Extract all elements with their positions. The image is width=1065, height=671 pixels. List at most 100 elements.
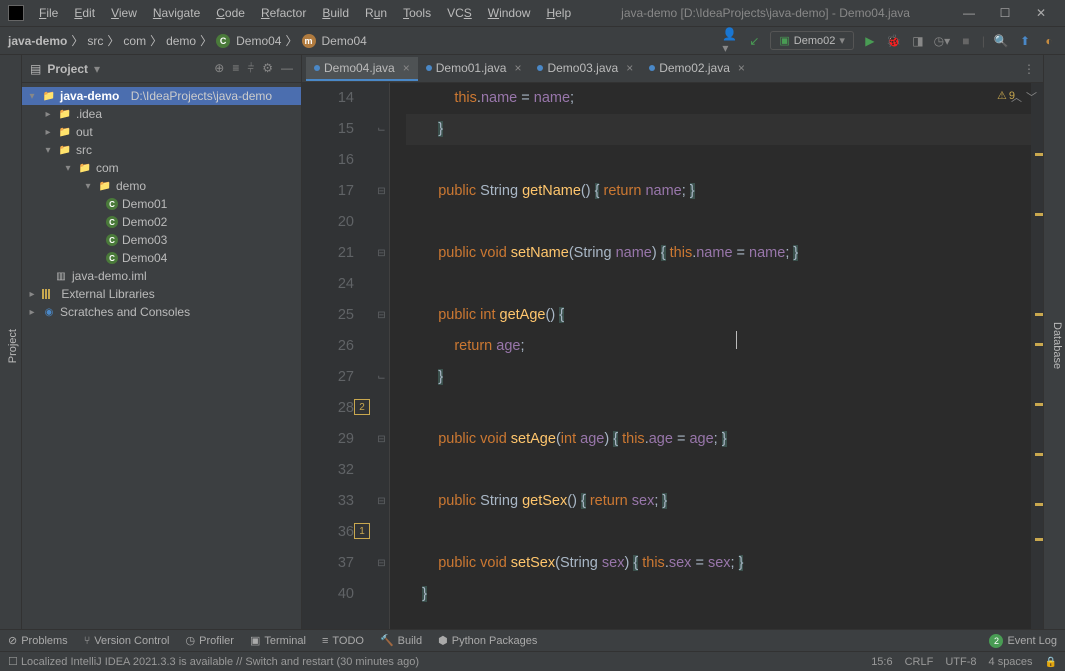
tree-com[interactable]: ▾📁com [22,159,301,177]
modified-icon [649,65,655,71]
menu-view[interactable]: View [104,4,144,22]
tab-build[interactable]: 🔨Build [380,634,422,647]
tab-label: Demo04.java [324,61,395,75]
close-icon[interactable]: × [403,61,410,75]
tree-scratches[interactable]: ▸◉Scratches and Consoles [22,303,301,321]
close-icon[interactable]: × [626,61,633,75]
minimize-button[interactable]: — [953,3,985,23]
notification-icon[interactable]: ☐ [8,655,18,668]
tab-demo01[interactable]: Demo01.java × [418,57,530,81]
tab-vcs[interactable]: ⑂Version Control [84,635,170,647]
tree-demo04[interactable]: CDemo04 [22,249,301,267]
tree-demo02[interactable]: CDemo02 [22,213,301,231]
tree-idea[interactable]: ▸📁.idea [22,105,301,123]
terminal-icon: ▣ [250,634,260,647]
tab-options[interactable]: ⋮ [1015,62,1043,76]
tree-src[interactable]: ▾📁src [22,141,301,159]
bc-class[interactable]: Demo04 [236,34,281,48]
settings-icon[interactable]: ⚙ [262,61,273,76]
tree-demo01[interactable]: CDemo01 [22,195,301,213]
python-icon: ⬢ [438,634,448,647]
tab-event-log[interactable]: 2 Event Log [989,634,1057,648]
main-menu: File Edit View Navigate Code Refactor Bu… [32,4,578,22]
tab-todo[interactable]: ≡TODO [322,635,364,647]
close-icon[interactable]: × [514,61,521,75]
menu-refactor[interactable]: Refactor [254,4,313,22]
tab-label: Demo03.java [547,61,618,75]
tree-iml[interactable]: ▥java-demo.iml [22,267,301,285]
tab-terminal[interactable]: ▣Terminal [250,634,306,647]
close-icon[interactable]: × [738,61,745,75]
text-caret [736,331,737,349]
tree-ext-libs[interactable]: ▸ External Libraries [22,285,301,303]
project-tree: ▾📁 java-demo D:\IdeaProjects\java-demo ▸… [22,83,301,629]
line-numbers: 141516172021242526272822932333613740 [302,83,374,629]
tab-label: Demo02.java [659,61,730,75]
navigation-bar: java-demo 〉 src 〉 com 〉 demo 〉 C Demo04 … [0,27,1065,55]
project-panel: ▤ Project ▾ ⊕ ≡ ⫩ ⚙ — ▾📁 java-demo D:\Id… [22,55,302,629]
menu-vcs[interactable]: VCS [440,4,479,22]
menu-tools[interactable]: Tools [396,4,438,22]
next-highlight[interactable]: ﹀ [1026,89,1037,105]
prev-highlight[interactable]: ︿ [1011,89,1022,105]
run-button[interactable]: ▶ [862,33,878,49]
tab-demo04[interactable]: Demo04.java × [306,57,418,81]
tab-profiler[interactable]: ◷Profiler [186,634,234,647]
fold-column: ⌙⊟⊟⊟⌙⊟⊟⊟ [374,83,390,629]
encoding[interactable]: UTF-8 [945,656,976,668]
tree-root-name: java-demo [60,89,119,103]
status-message[interactable]: Localized IntelliJ IDEA 2021.3.3 is avai… [21,656,419,668]
tab-demo03[interactable]: Demo03.java × [529,57,641,81]
menu-help[interactable]: Help [539,4,578,22]
indent[interactable]: 4 spaces [989,656,1033,668]
tree-root[interactable]: ▾📁 java-demo D:\IdeaProjects\java-demo [22,87,301,105]
tab-python[interactable]: ⬢Python Packages [438,634,537,647]
file-icon: ▥ [54,269,68,283]
tree-demo[interactable]: ▾📁demo [22,177,301,195]
code-content[interactable]: this.name = name; } public String getNam… [390,83,1031,629]
bc-demo[interactable]: demo [166,34,196,48]
profile-button[interactable]: ◷▾ [934,33,950,49]
tree-demo03[interactable]: CDemo03 [22,231,301,249]
view-mode-dropdown[interactable]: ▾ [94,62,100,76]
coverage-button[interactable]: ◨ [910,33,926,49]
menu-window[interactable]: Window [481,4,538,22]
sync-icon[interactable]: ⬆ [1017,33,1033,49]
bc-method[interactable]: Demo04 [322,34,367,48]
tab-problems[interactable]: ⊘Problems [8,634,68,647]
bc-project[interactable]: java-demo [8,34,67,48]
menu-run[interactable]: Run [358,4,394,22]
code-area[interactable]: 141516172021242526272822932333613740 ⌙⊟⊟… [302,83,1043,629]
locate-icon[interactable]: ⊕ [214,61,224,76]
tool-database[interactable]: Database [1049,314,1065,377]
bc-com[interactable]: com [123,34,146,48]
menu-file[interactable]: File [32,4,65,22]
caret-position[interactable]: 15:6 [871,656,892,668]
vcs-update-icon[interactable]: ↙ [746,33,762,49]
close-button[interactable]: ✕ [1025,3,1057,23]
panel-title[interactable]: Project [47,62,88,76]
ide-update-icon[interactable]: ◐ [1041,33,1057,49]
add-user-icon[interactable]: 👤▾ [722,33,738,49]
menu-code[interactable]: Code [209,4,252,22]
tool-project[interactable]: Project [5,321,21,371]
menu-build[interactable]: Build [315,4,356,22]
collapse-icon[interactable]: ⫩ [247,61,254,76]
menu-navigate[interactable]: Navigate [146,4,207,22]
maximize-button[interactable]: ☐ [989,3,1021,23]
readonly-icon[interactable] [1045,656,1057,668]
bc-src[interactable]: src [87,34,103,48]
titlebar: File Edit View Navigate Code Refactor Bu… [0,0,1065,27]
hide-icon[interactable]: — [281,61,293,76]
expand-icon[interactable]: ≡ [232,61,239,76]
menu-edit[interactable]: Edit [67,4,102,22]
error-stripe[interactable] [1031,83,1043,629]
run-config-selector[interactable]: ▣ Demo02 ▾ [770,31,854,50]
debug-button[interactable]: 🐞 [886,33,902,49]
line-separator[interactable]: CRLF [905,656,934,668]
tab-demo02[interactable]: Demo02.java × [641,57,753,81]
search-icon[interactable]: 🔍 [993,33,1009,49]
stop-button[interactable]: ■ [958,33,974,49]
tab-label: Demo01.java [436,61,507,75]
tree-out[interactable]: ▸📁out [22,123,301,141]
